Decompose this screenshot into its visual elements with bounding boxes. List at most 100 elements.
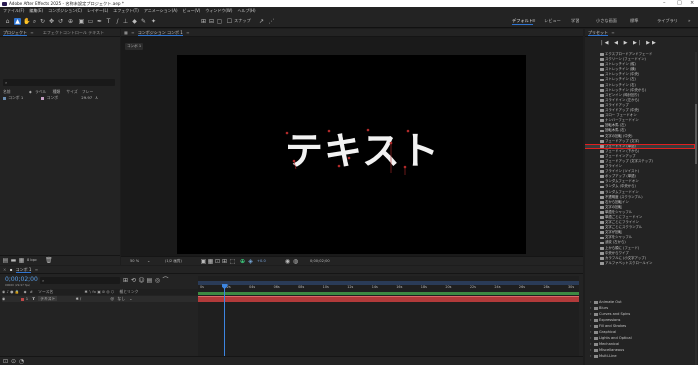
hand-tool-icon[interactable]: ✋ (23, 18, 30, 25)
menu-item-8[interactable]: ヘルプ(H) (237, 8, 255, 13)
lock-icon[interactable]: ■ (124, 30, 128, 35)
chevron-down-icon[interactable]: ⌄ (147, 258, 150, 263)
menu-item-6[interactable]: ビュー(V) (183, 8, 201, 13)
transparency-grid-icon[interactable]: ▦ (207, 258, 214, 265)
mask-visibility-icon[interactable]: ⊡ (214, 258, 221, 265)
parent-pick-whip-icon[interactable]: @ (110, 296, 114, 301)
interpret-footage-icon[interactable]: ▤ (2, 257, 9, 264)
resolution-dropdown[interactable]: (1/2 画質) (165, 259, 182, 264)
toggle-modes-icon[interactable]: ⊙ (10, 358, 17, 365)
region-of-interest-icon[interactable]: ⊞ (221, 258, 228, 265)
selection-tool-icon[interactable]: ▲ (14, 18, 21, 25)
menu-item-3[interactable]: レイヤー(L) (87, 8, 108, 13)
column-type[interactable]: 種類 (53, 89, 61, 94)
scrollbar[interactable] (695, 52, 697, 365)
folder-item[interactable]: › Multi-Line (585, 353, 695, 359)
home-icon[interactable]: ⌂ (4, 18, 11, 25)
column-size[interactable]: サイズ (66, 89, 77, 94)
list-item[interactable]: コンポ 1 コンポ 29.97 ⅄ (3, 95, 117, 101)
next-frame-icon[interactable]: ▶| (633, 40, 643, 46)
color-management-icon[interactable]: ◈ (247, 258, 254, 265)
layer-duration-bar[interactable] (198, 296, 579, 302)
layer-switches-icon[interactable]: ✱ ∕ (76, 296, 82, 301)
scrollbar-thumb[interactable] (695, 104, 697, 164)
hide-shy-layers-icon[interactable]: ☺ (138, 277, 145, 284)
clone-stamp-tool-icon[interactable]: ⊥ (122, 18, 129, 25)
label-color-swatch[interactable] (20, 297, 24, 301)
shape-tool-icon[interactable]: ▭ (87, 18, 94, 25)
pan-behind-tool-icon[interactable]: ▣ (78, 18, 85, 25)
fast-previews-icon[interactable]: ▣ (200, 258, 207, 265)
list-item[interactable]: アルファベットスクロールイン (585, 261, 695, 266)
feather-icon[interactable]: ⋰ (268, 18, 275, 25)
comp-tab[interactable]: コンポ 1 (125, 43, 144, 50)
tab-effect-controls[interactable]: エフェクトコントロール テキスト (43, 30, 104, 35)
brush-tool-icon[interactable]: / (114, 18, 121, 25)
zoom-tool-icon[interactable]: ⌕ (31, 18, 38, 25)
current-time[interactable]: 0;00;02;00 (5, 276, 38, 283)
world-axis-icon[interactable]: ⊟ (208, 18, 215, 25)
local-axis-icon[interactable]: ⊞ (200, 18, 207, 25)
tab-project[interactable]: プロジェクト (3, 30, 27, 36)
tab-timeline-comp[interactable]: コンポ 1 (15, 267, 32, 273)
graph-editor-icon[interactable]: ⌒ (162, 277, 169, 284)
column-parent-link[interactable]: 親とリンク (119, 289, 138, 294)
views-icon[interactable]: ⬚ (229, 258, 236, 265)
tab-menu-icon[interactable]: ≡ (611, 30, 614, 35)
menu-item-7[interactable]: ウィンドウ(W) (205, 8, 232, 13)
menu-item-5[interactable]: アニメーション(A) (144, 8, 178, 13)
minimize-icon[interactable]: – (663, 0, 666, 7)
roto-brush-tool-icon[interactable]: ✎ (140, 18, 147, 25)
menu-item-2[interactable]: コンポジション(C) (48, 8, 82, 13)
rotate-tool-icon[interactable]: ↺ (57, 18, 64, 25)
comp-mini-flowchart-icon[interactable]: ⊞ (122, 277, 129, 284)
toggle-switches-icon[interactable]: ⊡ (2, 358, 9, 365)
tab-menu-icon[interactable]: ≡ (186, 30, 189, 35)
workspace-menu-icon[interactable]: ≡ (532, 18, 536, 23)
tab-menu-icon[interactable]: ≡ (35, 267, 38, 272)
exposure-value[interactable]: +0.0 (257, 259, 266, 263)
panel-menu-icon[interactable]: ≡ (131, 30, 134, 35)
motion-blur-icon[interactable]: ◎ (154, 277, 161, 284)
trash-icon[interactable]: 🗑 (45, 257, 53, 264)
playhead[interactable] (224, 284, 225, 356)
3d-renderer-icon[interactable]: ⊕ (239, 258, 246, 265)
visibility-icon[interactable]: ◉ (2, 296, 5, 301)
first-frame-icon[interactable]: |◀ (601, 40, 611, 46)
chevron-down-icon[interactable]: ⌄ (129, 296, 132, 301)
project-search-input[interactable]: ⌕ (3, 79, 115, 86)
workspace-learn[interactable]: 学習 (571, 18, 579, 24)
menu-item-1[interactable]: 編集(E) (29, 8, 43, 13)
camera-tool-icon[interactable]: ⊕ (67, 18, 74, 25)
close-icon[interactable]: × (690, 0, 694, 7)
show-snapshot-icon[interactable]: ◍ (292, 258, 299, 265)
type-tool-icon[interactable]: T (105, 18, 112, 25)
render-time-icon[interactable]: ◔ (18, 358, 25, 365)
snap-options-icon[interactable]: ↗ (258, 18, 265, 25)
workspace-more-icon[interactable]: » (688, 18, 691, 23)
snapshot-icon[interactable]: ◉ (284, 258, 291, 265)
workspace-standard[interactable]: 標準 (630, 18, 638, 24)
move-tool-icon[interactable]: ✥ (48, 18, 55, 25)
column-label[interactable]: ラベル (35, 89, 46, 94)
frame-blending-icon[interactable]: ▤ (146, 277, 153, 284)
last-frame-icon[interactable]: ▶▶ (646, 40, 658, 46)
menu-item-4[interactable]: エフェクト(T) (113, 8, 139, 13)
tab-close-icon[interactable]: ≡ (30, 30, 33, 35)
new-folder-icon[interactable]: ▬ (10, 257, 17, 264)
column-name[interactable]: 名前 (3, 89, 11, 94)
timeline-tracks[interactable]: 0s 02s 04s 06s 08s 10s 12s 14s 16s 18s 20s 22s 24s 26… (198, 276, 579, 356)
new-comp-icon[interactable]: ▦ (18, 257, 25, 264)
composition-canvas[interactable]: テキスト (177, 55, 526, 254)
puppet-tool-icon[interactable]: ✦ (150, 18, 157, 25)
column-frame[interactable]: フレー (82, 89, 93, 94)
bit-depth-button[interactable]: 8 bpc (27, 258, 37, 262)
eraser-tool-icon[interactable]: ◆ (131, 18, 138, 25)
work-area-range[interactable] (198, 292, 579, 295)
draft-3d-icon[interactable]: ⟲ (130, 277, 137, 284)
column-source-name[interactable]: ソース名 (38, 289, 53, 294)
orbit-tool-icon[interactable]: ↻ (39, 18, 46, 25)
workspace-libraries[interactable]: ライブラリ (657, 18, 678, 24)
play-icon[interactable]: ▶ (624, 40, 630, 46)
parent-dropdown[interactable]: なし (117, 296, 125, 301)
